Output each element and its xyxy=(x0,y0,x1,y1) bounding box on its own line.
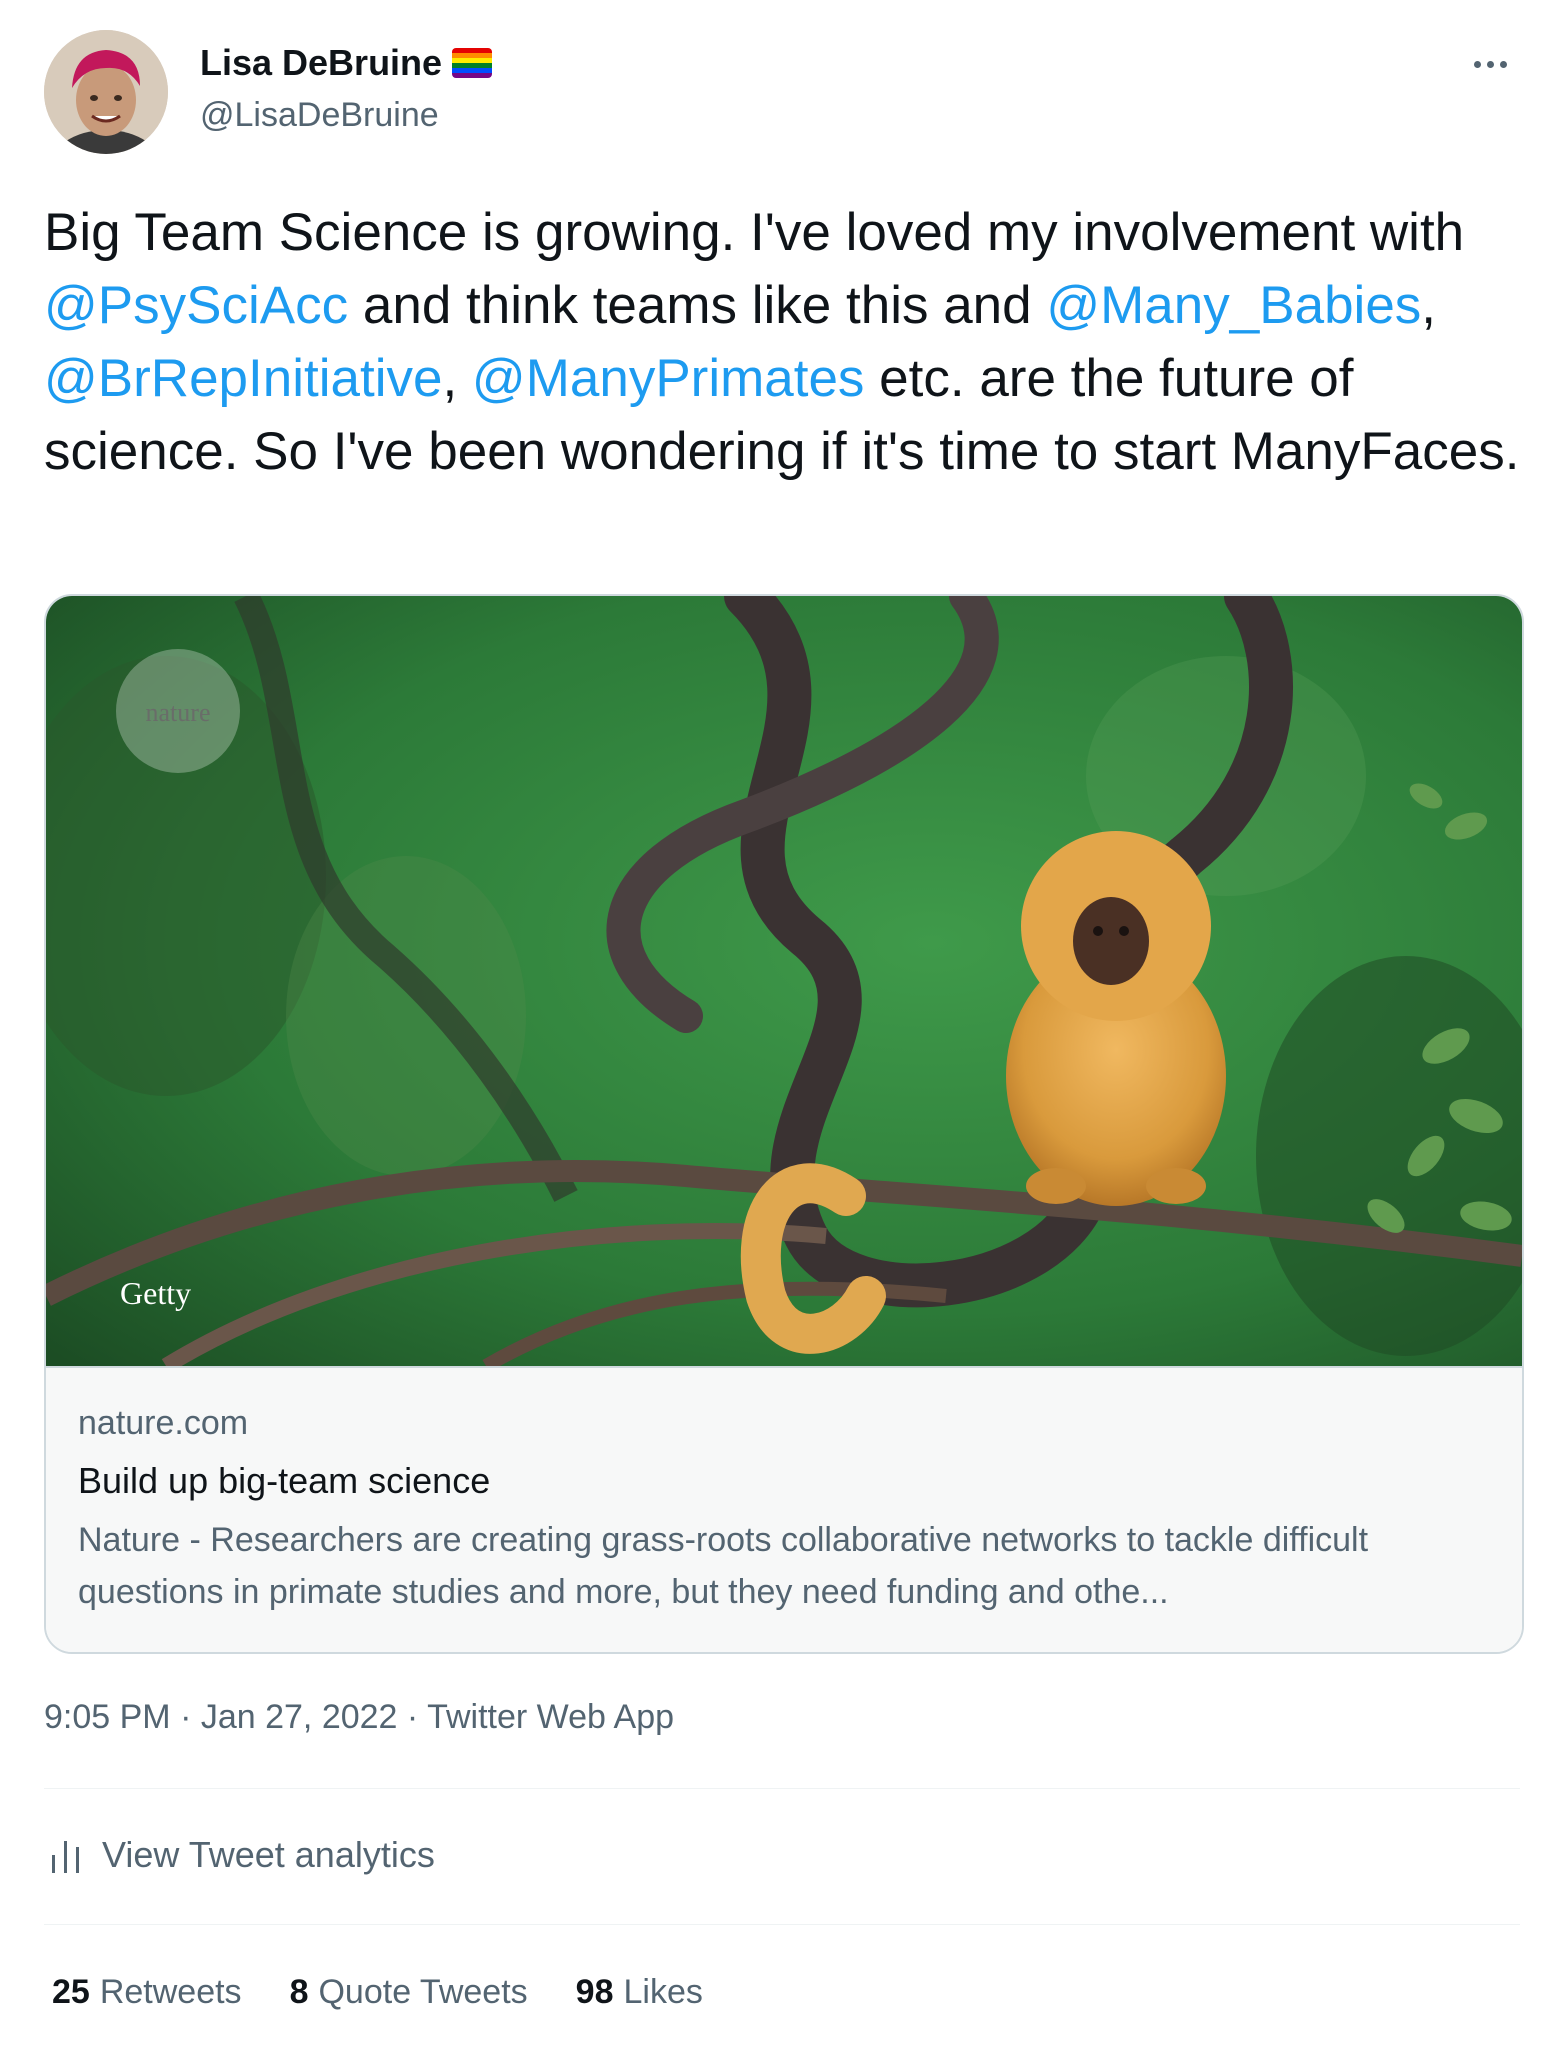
display-name[interactable]: Lisa DeBruine xyxy=(200,42,493,84)
mention-link[interactable]: @PsySciAcc xyxy=(44,276,348,335)
view-analytics-label: View Tweet analytics xyxy=(102,1834,435,1875)
tweet-date[interactable]: Jan 27, 2022 xyxy=(201,1698,398,1736)
meta-separator: · xyxy=(397,1698,428,1736)
mention-link[interactable]: @ManyPrimates xyxy=(472,349,865,408)
divider xyxy=(44,1924,1520,1925)
likes-label: Likes xyxy=(623,1973,703,2011)
retweets-label: Retweets xyxy=(99,1973,242,2011)
likes-stat[interactable]: 98 Likes xyxy=(576,1973,703,2012)
display-name-text: Lisa DeBruine xyxy=(200,42,443,83)
tweet-text-segment: , xyxy=(442,349,472,408)
more-dot-icon xyxy=(1486,60,1494,68)
likes-count: 98 xyxy=(575,1973,614,2011)
more-dot-icon xyxy=(1499,60,1507,68)
bar-chart-icon xyxy=(52,1841,79,1873)
avatar-image xyxy=(44,30,168,154)
mention-link[interactable]: @BrRepInitiative xyxy=(44,349,442,408)
divider xyxy=(44,1788,1520,1789)
card-domain: nature.com xyxy=(78,1404,249,1442)
quote-tweets-count: 8 xyxy=(289,1973,309,2011)
more-dot-icon xyxy=(1473,60,1481,68)
quote-tweets-stat[interactable]: 8 Quote Tweets xyxy=(290,1973,528,2012)
tweet: Lisa DeBruine @LisaDeBruine Big Team Sci… xyxy=(0,0,1566,2064)
tweet-time[interactable]: 9:05 PM xyxy=(44,1698,171,1736)
mention-link[interactable]: @Many_Babies xyxy=(1046,276,1421,335)
card-info: nature.com Build up big-team science Nat… xyxy=(46,1366,1522,1652)
rainbow-flag-icon xyxy=(452,48,493,78)
tweet-text-segment: and think teams like this and xyxy=(348,276,1047,335)
card-title: Build up big-team science xyxy=(78,1460,491,1501)
user-handle[interactable]: @LisaDeBruine xyxy=(200,96,439,135)
card-description: Nature - Researchers are creating grass-… xyxy=(78,1521,1369,1611)
meta-separator: · xyxy=(170,1698,201,1736)
avatar[interactable] xyxy=(44,30,168,154)
tweet-source[interactable]: Twitter Web App xyxy=(427,1698,674,1736)
tweet-text-segment: , xyxy=(1421,276,1437,335)
view-analytics-button[interactable]: View Tweet analytics xyxy=(48,1834,435,1876)
tweet-meta: 9:05 PM · Jan 27, 2022 · Twitter Web App xyxy=(44,1698,674,1737)
image-credit: Getty xyxy=(120,1275,191,1311)
tweet-stats: 25 Retweets 8 Quote Tweets 98 Likes xyxy=(52,1973,703,2012)
nature-watermark: nature xyxy=(146,698,211,727)
retweets-count: 25 xyxy=(52,1973,90,2011)
tweet-text-segment: Big Team Science is growing. I've loved … xyxy=(44,203,1465,262)
retweets-stat[interactable]: 25 Retweets xyxy=(52,1973,242,2012)
quote-tweets-label: Quote Tweets xyxy=(318,1973,528,2011)
more-options-button[interactable] xyxy=(1462,36,1518,92)
link-preview-card[interactable]: nature Getty nature.com Build up big-tea… xyxy=(44,594,1524,1654)
tweet-text: Big Team Science is growing. I've loved … xyxy=(44,196,1524,488)
card-image: nature Getty xyxy=(46,596,1522,1366)
